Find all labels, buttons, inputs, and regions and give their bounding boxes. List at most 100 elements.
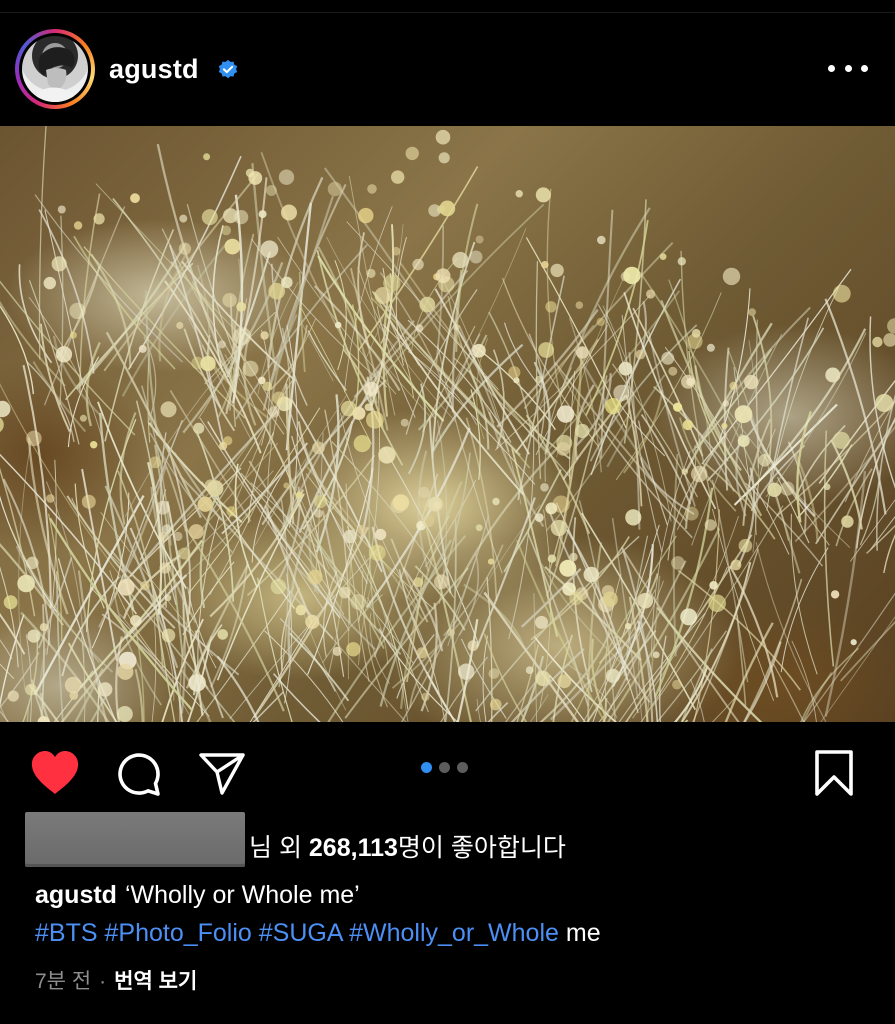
comment-icon[interactable]: [115, 750, 163, 798]
shrub-flower: [652, 651, 660, 659]
more-options-icon[interactable]: [828, 54, 868, 82]
shrub-flower: [270, 578, 286, 595]
caption: agustd ‘Wholly or Whole me’: [35, 881, 360, 910]
shrub-flower: [155, 500, 170, 515]
more-dot: [844, 64, 852, 72]
shrub-flower: [419, 296, 436, 313]
shrub-flower: [307, 569, 323, 585]
shrub-flower: [535, 615, 548, 629]
shrub-flower: [730, 559, 742, 571]
likes-summary[interactable]: 님 외 268,113명이 좋아합니다: [249, 828, 566, 864]
shrub-flower: [659, 253, 667, 260]
shrub-flower: [559, 559, 577, 577]
shrub-stem: [26, 704, 30, 722]
shrub-flower: [69, 331, 77, 339]
shrub-flower: [872, 336, 883, 348]
shrub-flower: [744, 374, 759, 390]
shrub-flower: [164, 594, 172, 602]
shrub-flower: [161, 628, 176, 643]
more-dot: [828, 64, 835, 72]
shrub-flower: [671, 556, 685, 570]
shrub-flower: [383, 274, 401, 292]
shrub-flower: [7, 690, 19, 702]
shrub-flower: [116, 706, 133, 722]
shrub-flower: [46, 494, 55, 503]
shrub-flower: [550, 519, 568, 537]
shrub-stem: [381, 203, 545, 380]
shrub-flower: [535, 375, 543, 384]
shrub-flower: [545, 301, 557, 313]
shrub-flower: [366, 410, 384, 429]
shrub-stem: [639, 457, 695, 516]
shrub-flower: [357, 524, 367, 535]
shrub-stem: [672, 453, 679, 657]
shrub-flower: [242, 360, 259, 377]
shrub-flower: [224, 238, 241, 255]
shrub-flower: [226, 506, 237, 517]
redacted-liker-name: [25, 812, 245, 867]
shrub-flower: [312, 441, 325, 455]
shrub-flower: [690, 465, 708, 483]
shrub-flower: [583, 566, 600, 583]
shrub-flower: [130, 193, 140, 204]
shrub-stem: [780, 547, 829, 673]
shrub-flower: [597, 235, 606, 245]
shrub-flower: [203, 153, 211, 161]
shrub-flower: [618, 361, 633, 376]
shrub-flower: [391, 246, 401, 256]
shrub-flower: [90, 441, 98, 449]
post-photo[interactable]: [0, 126, 895, 722]
like-heart-icon[interactable]: [30, 750, 80, 796]
shrub-flower: [684, 506, 699, 521]
shrub-flower: [197, 496, 213, 512]
shrub-flower: [832, 431, 850, 449]
likes-prefix: 님 외: [249, 834, 309, 862]
avatar[interactable]: [22, 36, 88, 102]
shrub-flower: [681, 374, 695, 389]
shrub-stem: [651, 450, 691, 658]
shrub-flower: [677, 257, 686, 266]
shrub-flower: [487, 558, 495, 565]
caption-username[interactable]: agustd: [35, 881, 117, 909]
shrub-flower: [722, 400, 730, 407]
bookmark-save-icon[interactable]: [813, 749, 855, 797]
shrub-flower: [27, 629, 41, 643]
shrub-flower: [201, 209, 218, 226]
shrub-flower: [575, 301, 584, 309]
shrub-flower: [492, 497, 500, 506]
hashtag-link[interactable]: #BTS: [35, 919, 98, 947]
shrub-flower: [556, 405, 575, 423]
shrub-flower: [475, 524, 483, 532]
translate-link[interactable]: 번역 보기: [114, 970, 197, 993]
shrub-flower: [173, 531, 183, 541]
hashtag-link[interactable]: #SUGA: [259, 919, 342, 947]
shrub-flower: [221, 225, 232, 236]
shrub-flower: [223, 208, 238, 224]
shrub-flower: [73, 221, 83, 230]
shrub-flower: [550, 263, 564, 278]
status-divider: [0, 12, 895, 13]
shrub-flower: [458, 663, 475, 680]
shrub-flower: [69, 302, 86, 320]
share-send-icon[interactable]: [198, 750, 246, 796]
shrub-flower: [178, 547, 191, 560]
shrub-flower: [432, 501, 441, 510]
shrub-flower: [117, 578, 135, 596]
username[interactable]: agustd: [109, 54, 199, 85]
shrub-stem: [272, 673, 321, 722]
shrub-stem: [400, 515, 490, 722]
shrub-flower: [825, 367, 841, 383]
shrub-flower: [706, 343, 715, 352]
shrub-flower: [415, 324, 424, 332]
shrub-stem: [22, 364, 52, 609]
shrub-flower: [366, 268, 376, 278]
hashtag-link[interactable]: #Photo_Folio: [104, 919, 251, 947]
shrub-flower: [217, 629, 228, 640]
hashtag-link[interactable]: #Wholly_or_Whole: [349, 919, 559, 947]
shrub-flower: [392, 494, 410, 511]
shrub-flower: [850, 639, 857, 646]
shrub-flower: [623, 266, 641, 285]
shrub-flower: [534, 513, 544, 522]
shrub-flower: [569, 591, 583, 606]
shrub-flower: [193, 422, 205, 434]
